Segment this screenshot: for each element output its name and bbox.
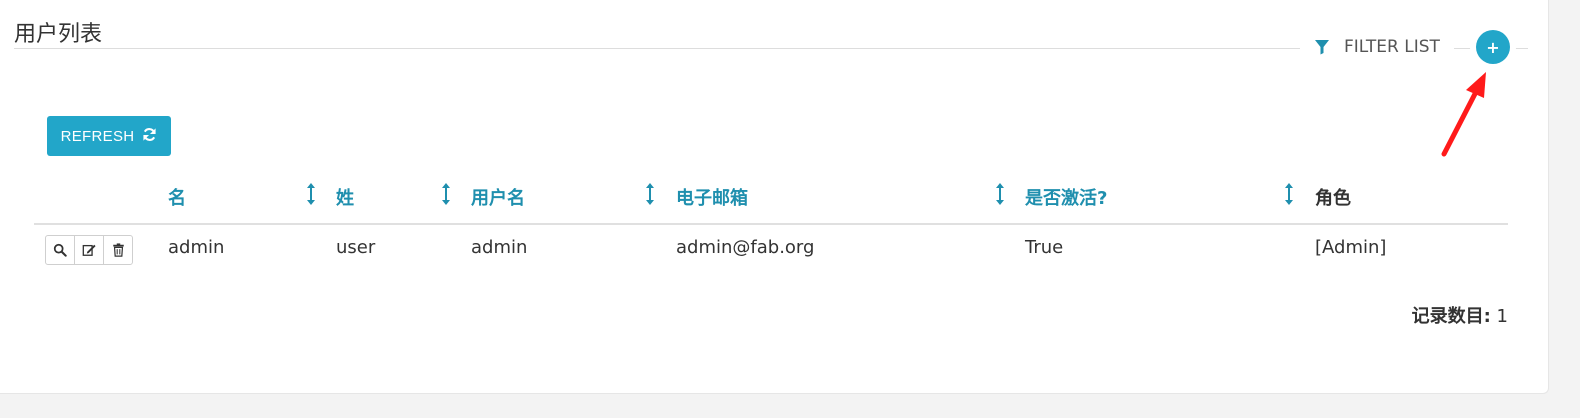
cell-roles: [Admin] [1315,237,1387,258]
search-icon[interactable] [46,236,74,264]
cell-active: True [1025,237,1064,258]
add-record-button[interactable]: + [1476,30,1510,64]
column-header-first-name[interactable]: 名 [168,184,186,210]
cell-last-name: user [336,237,376,258]
record-count-value: 1 [1496,306,1508,327]
sort-icon[interactable] [441,182,451,206]
record-count-label: 记录数目: [1411,306,1491,327]
sort-icon[interactable] [306,182,316,206]
trash-icon[interactable] [103,236,132,264]
user-list-panel: 用户列表 FILTER LIST + REFRESH 名 姓 用户名 电子邮箱 … [0,0,1549,394]
annotation-arrow-icon [1441,72,1486,157]
column-header-last-name[interactable]: 姓 [336,184,354,210]
column-header-roles: 角色 [1315,188,1351,209]
record-count: 记录数目: 1 [1412,302,1508,328]
plus-icon: + [1486,37,1500,57]
edit-icon[interactable] [74,236,103,264]
refresh-label: REFRESH [60,127,135,145]
filter-list-button[interactable]: FILTER LIST [1300,32,1454,62]
filter-icon [1314,39,1330,55]
column-header-active[interactable]: 是否激活? [1025,184,1107,210]
cell-first-name: admin [168,237,225,258]
page-title: 用户列表 [14,22,103,47]
row-actions [45,235,133,265]
sort-icon[interactable] [1284,182,1294,206]
refresh-icon [142,127,157,146]
refresh-button[interactable]: REFRESH [47,116,171,156]
header-divider [34,223,1508,225]
sort-icon[interactable] [995,182,1005,206]
cell-username: admin [471,237,528,258]
sort-icon[interactable] [645,182,655,206]
column-header-username[interactable]: 用户名 [471,184,525,210]
cell-email: admin@fab.org [676,237,815,258]
filter-list-label: FILTER LIST [1344,37,1440,57]
column-header-email[interactable]: 电子邮箱 [676,184,748,210]
